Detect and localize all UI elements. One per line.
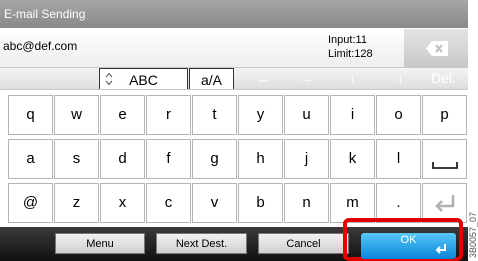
- key[interactable]: o: [376, 95, 421, 135]
- title-bar: E-mail Sending: [0, 0, 468, 28]
- abc-mode-button[interactable]: ABC: [99, 68, 188, 89]
- character-count: Input:11 Limit:128: [328, 33, 398, 61]
- key[interactable]: i: [330, 95, 375, 135]
- key[interactable]: l: [376, 139, 421, 179]
- key[interactable]: a: [8, 139, 53, 179]
- key[interactable]: n: [284, 183, 329, 223]
- key[interactable]: .: [376, 183, 421, 223]
- key[interactable]: b: [238, 183, 283, 223]
- key[interactable]: h: [238, 139, 283, 179]
- key[interactable]: j: [284, 139, 329, 179]
- input-limit: Limit:128: [328, 48, 373, 60]
- cursor-left-button[interactable]: ←: [241, 68, 286, 89]
- key[interactable]: e: [100, 95, 145, 135]
- key[interactable]: u: [284, 95, 329, 135]
- cursor-up-button[interactable]: ↑: [330, 68, 375, 89]
- key[interactable]: @: [8, 183, 53, 223]
- ok-button[interactable]: OK: [361, 233, 456, 259]
- key[interactable]: w: [54, 95, 99, 135]
- up-down-arrow-icon: [105, 72, 113, 86]
- abc-mode-label: ABC: [129, 72, 158, 88]
- key[interactable]: f: [146, 139, 191, 179]
- key[interactable]: v: [192, 183, 237, 223]
- key[interactable]: m: [330, 183, 375, 223]
- space-icon: [431, 162, 458, 169]
- key[interactable]: g: [192, 139, 237, 179]
- enter-key[interactable]: [422, 183, 467, 223]
- enter-icon: [435, 244, 446, 254]
- cursor-right-button[interactable]: →: [284, 68, 329, 89]
- backspace-button[interactable]: [404, 29, 468, 67]
- backspace-x-icon: [426, 41, 448, 56]
- email-input-value[interactable]: abc@def.com: [3, 39, 77, 53]
- key[interactable]: x: [100, 183, 145, 223]
- cancel-button[interactable]: Cancel: [258, 233, 349, 254]
- key[interactable]: d: [100, 139, 145, 179]
- cursor-down-button[interactable]: ↓: [378, 68, 423, 89]
- menu-button[interactable]: Menu: [55, 233, 145, 254]
- case-toggle-button[interactable]: a/A: [189, 68, 234, 89]
- key[interactable]: s: [54, 139, 99, 179]
- key[interactable]: r: [146, 95, 191, 135]
- key[interactable]: q: [8, 95, 53, 135]
- delete-button[interactable]: Del.: [421, 68, 466, 89]
- space-key[interactable]: [422, 139, 467, 179]
- figure-code: 3B0057_07: [468, 0, 478, 261]
- ok-label: OK: [400, 234, 417, 246]
- key[interactable]: t: [192, 95, 237, 135]
- key[interactable]: p: [422, 95, 467, 135]
- figure-code-text: 3B0057_07: [468, 211, 478, 258]
- key[interactable]: c: [146, 183, 191, 223]
- enter-icon: [434, 195, 454, 212]
- screen: E-mail Sending abc@def.com Input:11 Limi…: [0, 0, 468, 261]
- key[interactable]: z: [54, 183, 99, 223]
- input-count: Input:11: [328, 34, 367, 46]
- mode-nav-strip: ABC a/A ← → ↑ ↓ Del.: [0, 67, 468, 90]
- key[interactable]: k: [330, 139, 375, 179]
- key[interactable]: y: [238, 95, 283, 135]
- input-area: abc@def.com Input:11 Limit:128: [0, 28, 468, 67]
- screen-title: E-mail Sending: [4, 7, 86, 21]
- next-dest-button[interactable]: Next Dest.: [156, 233, 247, 254]
